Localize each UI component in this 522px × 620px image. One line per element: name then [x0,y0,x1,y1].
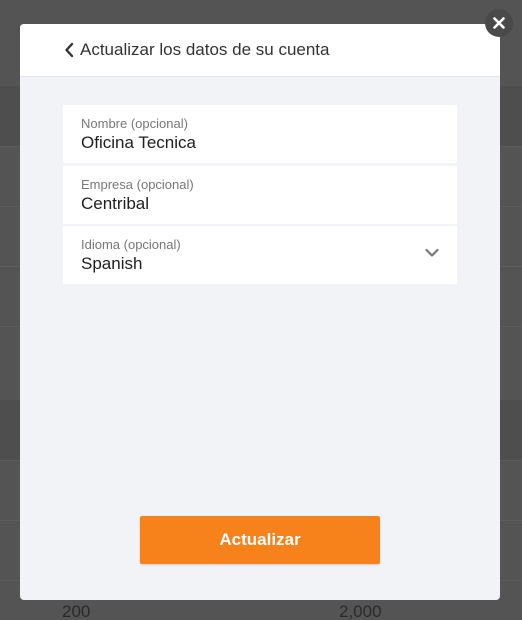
chevron-down-icon[interactable] [425,248,439,258]
account-update-modal: Actualizar los datos de su cuenta Nombre… [20,24,500,600]
modal-title: Actualizar los datos de su cuenta [80,40,330,59]
company-field[interactable]: Empresa (opcional) Centribal [63,166,457,224]
language-select-value[interactable]: Spanish [81,254,142,274]
name-field-value[interactable]: Oficina Tecnica [81,133,196,153]
back-link[interactable]: Actualizar los datos de su cuenta [64,38,329,62]
background-cell-value: 2,000 [339,602,382,620]
name-field-label: Nombre (opcional) [81,116,188,131]
close-icon[interactable] [493,17,505,29]
company-field-label: Empresa (opcional) [81,177,194,192]
name-field[interactable]: Nombre (opcional) Oficina Tecnica [63,105,457,163]
language-select[interactable]: Idioma (opcional) Spanish [63,226,457,284]
background-cell-value: 200 [62,602,91,620]
chevron-left-icon[interactable] [64,42,74,58]
language-select-label: Idioma (opcional) [81,237,181,252]
update-button[interactable]: Actualizar [140,516,380,564]
close-button[interactable] [485,9,513,37]
modal-header: Actualizar los datos de su cuenta [20,24,500,77]
company-field-value[interactable]: Centribal [81,194,149,214]
